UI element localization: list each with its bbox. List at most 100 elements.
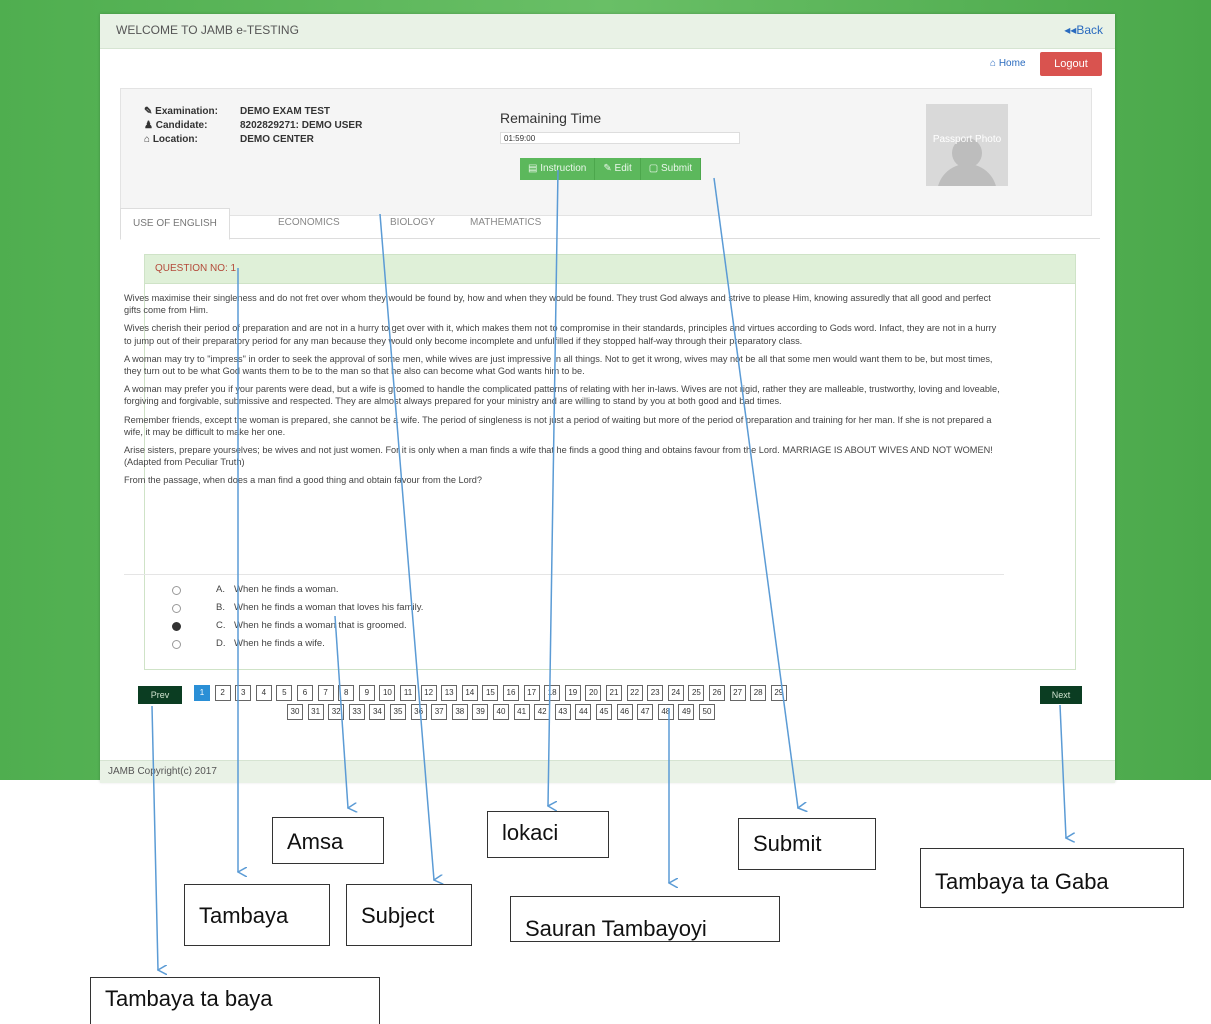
- question-number-button[interactable]: 23: [647, 685, 664, 701]
- question-number-button[interactable]: 16: [503, 685, 519, 701]
- question-number-button[interactable]: 18: [544, 685, 561, 701]
- question-number-button[interactable]: 29: [770, 685, 787, 701]
- footer: JAMB Copyright(c) 2017: [100, 760, 1115, 783]
- examination-row: ✎ Examination: DEMO EXAM TEST: [144, 106, 331, 117]
- location-row: ⌂ Location: DEMO CENTER: [144, 134, 314, 145]
- question-number-button[interactable]: 38: [451, 704, 468, 720]
- logout-button[interactable]: Logout: [1040, 52, 1102, 76]
- prev-button[interactable]: Prev: [138, 686, 182, 704]
- home-icon: ⌂: [990, 58, 999, 69]
- passport-photo: Passport Photo: [926, 104, 1008, 186]
- location-value: DEMO CENTER: [240, 134, 314, 145]
- question-number-button[interactable]: 31: [307, 704, 324, 720]
- option-radio-selected[interactable]: [172, 622, 181, 631]
- question-number-button[interactable]: 20: [585, 685, 602, 701]
- question-number-button[interactable]: 6: [297, 685, 313, 701]
- passage-paragraph: Remember friends, except the woman is pr…: [124, 414, 992, 437]
- question-number-button[interactable]: 42: [534, 704, 551, 720]
- question-number-button[interactable]: 11: [400, 685, 416, 701]
- question-number-button[interactable]: 9: [358, 685, 375, 701]
- question-number-button[interactable]: 15: [482, 685, 499, 701]
- question-number-button[interactable]: 33: [348, 704, 365, 720]
- question-header: QUESTION NO: 1: [145, 255, 1075, 284]
- question-number-button[interactable]: 47: [637, 704, 654, 720]
- question-number-button[interactable]: 50: [699, 704, 715, 720]
- option-radio[interactable]: [172, 586, 181, 595]
- question-number-button[interactable]: 44: [575, 704, 592, 720]
- question-number: QUESTION NO: 1: [155, 263, 237, 274]
- instruction-button[interactable]: ▤ Instruction: [520, 158, 596, 180]
- home-icon: ⌂: [144, 134, 153, 145]
- question-text: From the passage, when does a man find a…: [124, 475, 483, 486]
- question-number-button[interactable]: 3: [235, 685, 252, 701]
- passage-paragraph: A woman may prefer you if your parents w…: [124, 384, 1000, 407]
- file-icon: ▢: [648, 163, 662, 174]
- question-number-button[interactable]: 41: [513, 704, 530, 720]
- callout-tambaya-ta-gaba: Tambaya ta Gaba: [920, 848, 1184, 908]
- submit-button[interactable]: ▢ Submit: [640, 158, 702, 180]
- option-radio[interactable]: [172, 604, 181, 613]
- passport-label: Passport Photo: [932, 134, 1002, 145]
- callout-tambaya-ta-baya: Tambaya ta baya: [90, 977, 380, 1024]
- question-number-button[interactable]: 26: [709, 685, 725, 701]
- timer-display: 01:59:00: [500, 132, 740, 144]
- passage-paragraph: Wives maximise their singleness and do n…: [124, 293, 991, 316]
- home-link[interactable]: ⌂ Home: [990, 58, 1026, 69]
- edit-icon: ✎: [144, 106, 156, 117]
- edit-icon: ✎: [603, 163, 615, 174]
- question-number-button[interactable]: 39: [472, 704, 489, 720]
- next-button[interactable]: Next: [1040, 686, 1082, 704]
- question-number-button[interactable]: 46: [616, 704, 633, 720]
- edit-button[interactable]: ✎ Edit: [595, 158, 641, 180]
- question-number-button[interactable]: 30: [287, 704, 303, 720]
- question-number-button[interactable]: 28: [750, 685, 767, 701]
- question-number-button[interactable]: 48: [657, 704, 674, 720]
- question-number-button[interactable]: 17: [523, 685, 540, 701]
- copyright-text: JAMB Copyright(c) 2017: [108, 766, 217, 777]
- question-number-button[interactable]: 21: [606, 685, 622, 701]
- question-number-button[interactable]: 7: [317, 685, 334, 701]
- callout-tambaya: Tambaya: [184, 884, 330, 946]
- question-number-button[interactable]: 34: [369, 704, 386, 720]
- question-number-button[interactable]: 5: [276, 685, 293, 701]
- examination-value: DEMO EXAM TEST: [240, 106, 331, 117]
- question-number-button[interactable]: 40: [493, 704, 509, 720]
- question-number-button[interactable]: 12: [420, 685, 437, 701]
- question-number-button[interactable]: 32: [328, 704, 345, 720]
- question-number-button[interactable]: 10: [379, 685, 396, 701]
- callout-lokaci: lokaci: [487, 811, 609, 858]
- tab-mathematics[interactable]: MATHEMATICS: [458, 208, 553, 238]
- question-number-button[interactable]: 13: [441, 685, 458, 701]
- passage-paragraph: A woman may try to "impress" in order to…: [124, 353, 993, 377]
- question-passage: Wives maximise their singleness and do n…: [124, 292, 1004, 493]
- avatar-body: [937, 164, 997, 186]
- window-title: WELCOME TO JAMB e-TESTING: [116, 23, 299, 37]
- candidate-row: ♟ Candidate: 8202829271: DEMO USER: [144, 120, 363, 131]
- passage-paragraph: Wives cherish their period of preparatio…: [124, 323, 997, 346]
- passage-source: (Adapted from Peculiar Truth): [124, 457, 245, 468]
- question-number-button[interactable]: 37: [431, 704, 448, 720]
- question-number-button[interactable]: 8: [338, 685, 355, 701]
- callout-subject: Subject: [346, 884, 472, 946]
- question-number-button[interactable]: 4: [255, 685, 272, 701]
- question-number-button[interactable]: 45: [596, 704, 612, 720]
- tab-use-of-english[interactable]: USE OF ENGLISH: [120, 208, 230, 240]
- question-number-button[interactable]: 49: [678, 704, 695, 720]
- question-number-button[interactable]: 2: [214, 685, 231, 701]
- question-number-button[interactable]: 14: [461, 685, 478, 701]
- question-number-button[interactable]: 35: [390, 704, 406, 720]
- tab-biology[interactable]: BIOLOGY: [378, 208, 447, 238]
- book-icon: ▤: [528, 163, 541, 174]
- question-number-button[interactable]: 36: [410, 704, 427, 720]
- question-number-button[interactable]: 25: [688, 685, 705, 701]
- option-radio[interactable]: [172, 640, 181, 649]
- question-number-button[interactable]: 22: [626, 685, 643, 701]
- question-number-button[interactable]: 24: [667, 685, 684, 701]
- exam-window: WELCOME TO JAMB e-TESTING ◂◂Back ⌂ Home …: [100, 14, 1115, 783]
- question-number-button[interactable]: 1: [194, 685, 210, 701]
- question-number-button[interactable]: 43: [554, 704, 571, 720]
- tab-economics[interactable]: ECONOMICS: [266, 208, 352, 238]
- question-number-button[interactable]: 19: [564, 685, 581, 701]
- back-link[interactable]: ◂◂Back: [1064, 23, 1103, 37]
- question-number-button[interactable]: 27: [729, 685, 746, 701]
